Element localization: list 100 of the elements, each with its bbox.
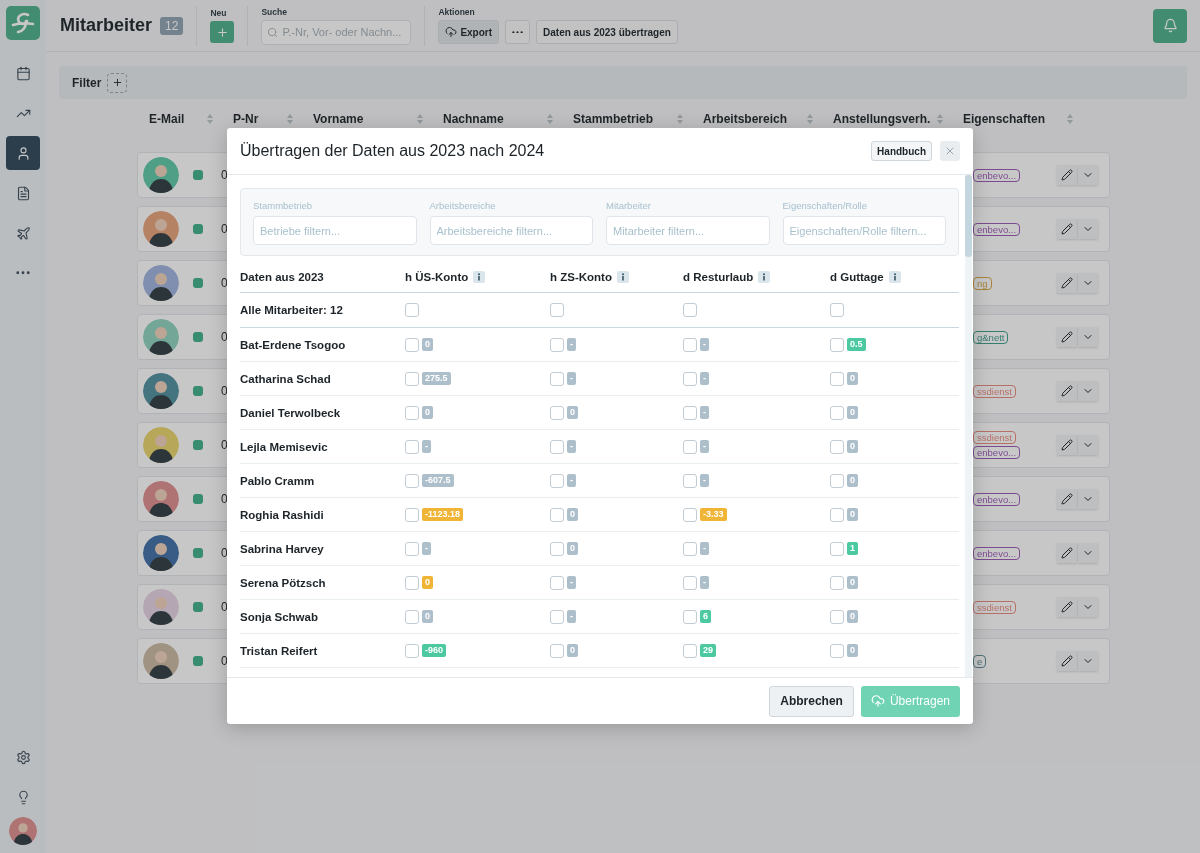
avatar: [143, 535, 179, 571]
checkbox[interactable]: [830, 337, 844, 352]
value-badge: 0: [567, 508, 578, 521]
checkbox[interactable]: [683, 405, 697, 420]
checkbox[interactable]: [405, 541, 419, 556]
edit-button[interactable]: [1057, 381, 1077, 401]
checkbox[interactable]: [683, 337, 697, 352]
checkbox[interactable]: [405, 575, 419, 590]
checkbox[interactable]: [405, 473, 419, 488]
checkbox[interactable]: [405, 337, 419, 352]
checkbox[interactable]: [830, 541, 844, 556]
more-button[interactable]: [505, 20, 531, 44]
cancel-button[interactable]: Abbrechen: [769, 685, 854, 717]
filter-field[interactable]: Mitarbeiter filtern...: [606, 216, 770, 245]
checkbox[interactable]: [550, 303, 564, 317]
avatar: [143, 373, 179, 409]
checkbox[interactable]: [550, 541, 564, 556]
edit-button[interactable]: [1057, 651, 1077, 671]
employee-name: Sabrina Harvey: [240, 542, 325, 555]
edit-button[interactable]: [1057, 489, 1077, 509]
checkbox[interactable]: [405, 303, 419, 317]
info-icon[interactable]: [888, 270, 901, 283]
filter-field[interactable]: Arbeitsbereiche filtern...: [429, 216, 593, 245]
property-tag: ssdienst: [973, 600, 1016, 614]
plus-icon: [215, 25, 229, 39]
checkbox[interactable]: [683, 575, 697, 590]
employee-name: Catharina Schad: [240, 372, 332, 385]
checkbox[interactable]: [405, 507, 419, 522]
checkbox[interactable]: [830, 303, 844, 317]
column-header: Nachname: [443, 112, 504, 126]
filter-field[interactable]: Betriebe filtern...: [253, 216, 417, 245]
employees-nav-item[interactable]: [6, 136, 40, 170]
checkbox[interactable]: [830, 473, 844, 488]
info-icon[interactable]: [616, 270, 629, 283]
info-icon[interactable]: [473, 270, 486, 283]
edit-button[interactable]: [1057, 219, 1077, 239]
checkbox[interactable]: [550, 575, 564, 590]
close-button[interactable]: [940, 141, 960, 161]
edit-button[interactable]: [1057, 273, 1077, 293]
checkbox[interactable]: [830, 609, 844, 624]
bell-icon: [1162, 18, 1178, 33]
export-button[interactable]: Export: [438, 20, 500, 44]
transfer-button[interactable]: Daten aus 2023 übertragen: [536, 20, 678, 44]
sort-icon[interactable]: [677, 114, 683, 124]
plane-icon: [15, 225, 31, 241]
sort-icon[interactable]: [547, 114, 553, 124]
checkbox[interactable]: [683, 371, 697, 386]
property-tag: enbevo...: [973, 492, 1021, 506]
pencil-icon: [1061, 547, 1073, 559]
checkbox[interactable]: [550, 609, 564, 624]
checkbox[interactable]: [550, 439, 564, 454]
employee-name: Roghia Rashidi: [240, 508, 325, 521]
checkbox[interactable]: [830, 371, 844, 386]
value-badge: 0: [847, 576, 858, 589]
scrollbar[interactable]: [965, 175, 972, 677]
checkbox[interactable]: [405, 609, 419, 624]
checkbox[interactable]: [550, 473, 564, 488]
sort-icon[interactable]: [1067, 114, 1073, 124]
checkbox[interactable]: [405, 371, 419, 386]
checkbox[interactable]: [405, 643, 419, 658]
checkbox[interactable]: [683, 541, 697, 556]
sort-icon[interactable]: [287, 114, 293, 124]
checkbox[interactable]: [830, 405, 844, 420]
info-icon[interactable]: [758, 270, 771, 283]
edit-button[interactable]: [1057, 543, 1077, 563]
checkbox[interactable]: [683, 439, 697, 454]
edit-button[interactable]: [1057, 435, 1077, 455]
add-button[interactable]: [210, 21, 235, 43]
notifications-button[interactable]: [1153, 8, 1187, 43]
checkbox[interactable]: [830, 507, 844, 522]
sort-icon[interactable]: [807, 114, 813, 124]
edit-button[interactable]: [1057, 165, 1077, 185]
sort-icon[interactable]: [937, 114, 943, 124]
manual-button[interactable]: Handbuch: [871, 141, 932, 161]
add-filter-button[interactable]: [107, 72, 128, 93]
checkbox[interactable]: [830, 575, 844, 590]
checkbox[interactable]: [683, 643, 697, 658]
filter-field[interactable]: Eigenschaften/Rolle filtern...: [782, 216, 946, 245]
search-field[interactable]: P.-Nr, Vor- oder Nachn...: [261, 19, 412, 45]
checkbox[interactable]: [550, 643, 564, 658]
value-badge: 6: [700, 610, 711, 623]
checkbox[interactable]: [683, 609, 697, 624]
checkbox[interactable]: [550, 507, 564, 522]
checkbox[interactable]: [683, 473, 697, 488]
edit-button[interactable]: [1057, 597, 1077, 617]
sort-icon[interactable]: [417, 114, 423, 124]
checkbox[interactable]: [550, 405, 564, 420]
checkbox[interactable]: [683, 303, 697, 317]
edit-button[interactable]: [1057, 327, 1077, 347]
more-icon: [16, 271, 30, 275]
checkbox[interactable]: [405, 405, 419, 420]
checkbox[interactable]: [550, 371, 564, 386]
checkbox[interactable]: [683, 507, 697, 522]
checkbox[interactable]: [550, 337, 564, 352]
sort-icon[interactable]: [207, 114, 213, 124]
checkbox[interactable]: [830, 643, 844, 658]
checkbox[interactable]: [830, 439, 844, 454]
column-header: Eigenschaften: [963, 112, 1046, 126]
checkbox[interactable]: [405, 439, 419, 454]
logo[interactable]: [6, 6, 40, 40]
